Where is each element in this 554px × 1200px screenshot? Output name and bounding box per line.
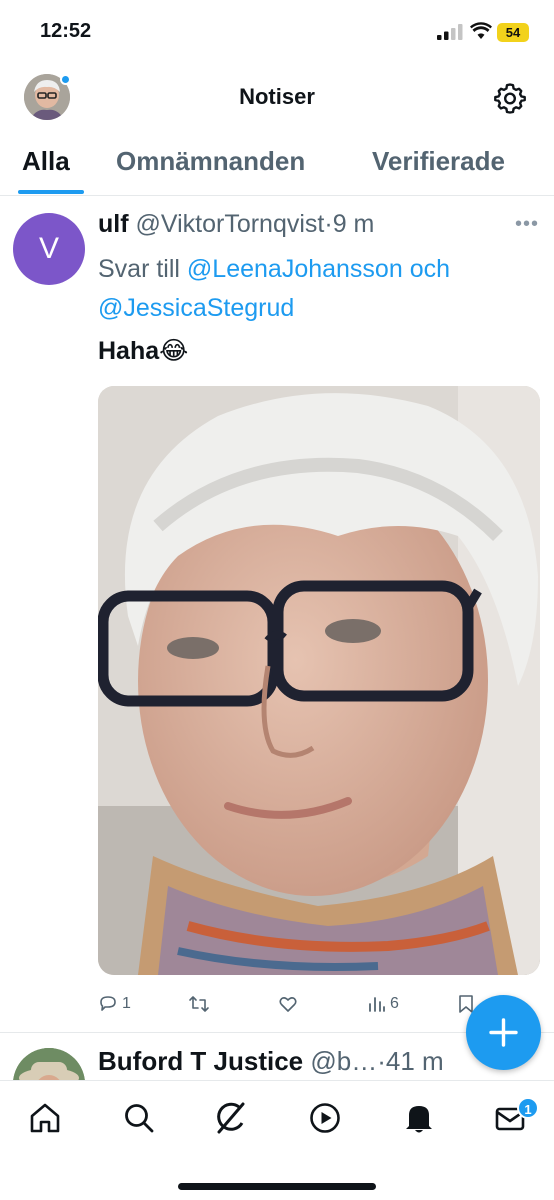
tab-omnamnanden[interactable]: Omnämnanden [116, 146, 305, 177]
video-icon[interactable] [308, 1101, 342, 1135]
reply-icon [100, 996, 116, 1011]
profile-photo-icon [13, 1048, 85, 1080]
author-handle[interactable]: @ViktorTornqvist [136, 210, 325, 238]
battery-indicator: 54 [497, 23, 529, 42]
reply-count: 1 [122, 995, 131, 1012]
tweet-actions: 1 6 [98, 992, 478, 1016]
active-tab-indicator [18, 190, 84, 194]
home-indicator [178, 1183, 376, 1190]
retweet-button[interactable] [188, 992, 210, 1016]
mention-link[interactable]: @JessicaStegrud [98, 294, 294, 322]
tab-verifierade[interactable]: Verifierade [372, 146, 505, 177]
status-time: 12:52 [40, 20, 92, 42]
tweet-image[interactable] [98, 386, 540, 975]
avatar[interactable]: V [13, 213, 85, 285]
like-button[interactable] [278, 992, 298, 1016]
avatar[interactable] [13, 1048, 85, 1080]
tab-alla[interactable]: Alla [22, 146, 70, 177]
views-icon [369, 997, 385, 1012]
page-title: Notiser [239, 84, 315, 109]
tweet-text: Haha😂 [98, 337, 189, 365]
reply-prefix: Svar till [98, 255, 180, 283]
tweet[interactable]: Buford T Justice @b…·41 m [0, 1034, 554, 1080]
tweet-time: 41 m [385, 1046, 444, 1076]
wifi-icon [470, 22, 492, 39]
portrait-photo-icon [98, 386, 540, 975]
more-icon[interactable]: ••• [515, 213, 539, 236]
gear-icon[interactable] [494, 82, 526, 114]
tweet[interactable]: V ulf @ViktorTornqvist·9 m ••• Svar till… [0, 197, 554, 1033]
tweet-header: ulf @ViktorTornqvist·9 m [98, 210, 374, 239]
separator: · [324, 210, 333, 238]
heart-icon [279, 997, 297, 1012]
retweet-icon [189, 996, 209, 1012]
grok-icon[interactable] [214, 1101, 248, 1135]
separator: · [377, 1046, 386, 1076]
bell-icon[interactable] [402, 1101, 436, 1135]
status-bar: 12:52 54 [0, 0, 554, 62]
messages-badge: 1 [517, 1097, 539, 1119]
author-name[interactable]: Buford T Justice [98, 1046, 303, 1076]
tab-bar: Alla Omnämnanden Verifierade [0, 132, 554, 196]
tweet-header: Buford T Justice @b…·41 m [98, 1046, 444, 1077]
tweet-time: 9 m [332, 210, 375, 238]
signal-icon [437, 24, 463, 40]
mention-link[interactable]: @LeenaJohansson [187, 255, 403, 283]
reply-button[interactable]: 1 [98, 992, 131, 1016]
home-icon[interactable] [28, 1101, 62, 1135]
search-icon[interactable] [122, 1101, 156, 1135]
header: Notiser [0, 62, 554, 132]
bottom-nav: 1 [0, 1080, 554, 1200]
reply-context: Svar till @LeenaJohansson och @JessicaSt… [98, 250, 548, 328]
author-name[interactable]: ulf [98, 210, 129, 238]
reply-and[interactable]: och [410, 255, 450, 283]
views-button[interactable]: 6 [368, 992, 399, 1016]
author-handle[interactable]: @b… [310, 1046, 377, 1076]
views-count: 6 [390, 995, 399, 1012]
